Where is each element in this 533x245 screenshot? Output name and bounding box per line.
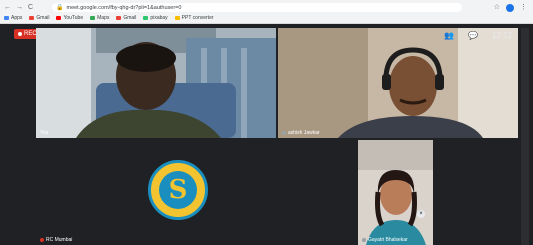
participant-tile-rc-mumbai[interactable]: S RC Mumbai bbox=[36, 140, 356, 245]
people-icon[interactable]: 👥 bbox=[444, 31, 454, 40]
meet-top-bar: 👥 💬 12:12 bbox=[444, 31, 512, 40]
browser-nav-buttons: ← → C bbox=[4, 4, 33, 12]
record-dot-icon bbox=[18, 32, 22, 36]
logo-s-icon: S bbox=[168, 175, 188, 205]
participant-tile-gayatri[interactable]: × Gayatri Bhalsekar bbox=[358, 140, 433, 245]
logo-avatar: S bbox=[148, 160, 208, 220]
side-strip bbox=[521, 28, 529, 245]
bookmark-apps[interactable]: Apps bbox=[4, 15, 22, 21]
menu-icon[interactable]: ⋮ bbox=[520, 4, 527, 12]
ppt-icon bbox=[174, 16, 180, 20]
browser-chrome: ← → C 🔒 meet.google.com/fby-qhg-dr?pli=1… bbox=[0, 0, 533, 24]
bookmark-pixabay[interactable]: pixabay bbox=[143, 15, 168, 21]
mic-icon bbox=[282, 131, 286, 135]
bookmark-gmail-2[interactable]: Gmail bbox=[116, 15, 136, 21]
logo-inner: S bbox=[159, 171, 197, 209]
bookmark-gmail[interactable]: Gmail bbox=[29, 15, 49, 21]
participant-tile-you[interactable]: You bbox=[36, 28, 276, 138]
url-text[interactable]: meet.google.com/fby-qhg-dr?pli=1&authuse… bbox=[66, 5, 181, 11]
back-icon[interactable]: ← bbox=[4, 4, 11, 12]
address-bar[interactable]: 🔒 meet.google.com/fby-qhg-dr?pli=1&authu… bbox=[52, 3, 462, 12]
participant-video bbox=[278, 28, 518, 138]
maps-icon bbox=[90, 16, 96, 20]
participant-name: RC Mumbai bbox=[40, 237, 72, 243]
participant-video bbox=[358, 140, 433, 245]
browser-window: ← → C 🔒 meet.google.com/fby-qhg-dr?pli=1… bbox=[0, 0, 533, 245]
forward-icon[interactable]: → bbox=[16, 4, 23, 12]
chat-icon[interactable]: 💬 bbox=[468, 31, 478, 40]
youtube-icon bbox=[56, 16, 62, 20]
mic-muted-icon bbox=[40, 238, 44, 242]
bookmark-ppt-converter[interactable]: PPT converter bbox=[174, 15, 214, 21]
bookmark-maps[interactable]: Maps bbox=[90, 15, 109, 21]
reload-icon[interactable]: C bbox=[28, 4, 33, 12]
mic-icon bbox=[362, 238, 366, 242]
apps-icon bbox=[4, 16, 9, 20]
bookmark-youtube[interactable]: YouTube bbox=[56, 15, 83, 21]
participant-tile-ashish[interactable]: ashish Jawkar 👥 💬 12:12 bbox=[278, 28, 518, 138]
gmail-icon bbox=[29, 16, 35, 20]
bookmarks-bar: Apps Gmail YouTube Maps Gmail pixabay PP… bbox=[4, 14, 214, 22]
meet-call-area: REC You ashish Jawkar 👥 💬 12:12 S RC Mum… bbox=[12, 25, 529, 245]
profile-avatar[interactable] bbox=[506, 4, 514, 12]
lock-icon: 🔒 bbox=[56, 5, 64, 11]
star-icon[interactable]: ☆ bbox=[494, 4, 500, 12]
gmail-icon bbox=[116, 16, 122, 20]
meeting-clock: 12:12 bbox=[491, 31, 512, 40]
pixabay-icon bbox=[143, 16, 149, 20]
participant-name: ashish Jawkar bbox=[282, 130, 320, 136]
browser-actions: ☆ ⋮ bbox=[494, 4, 527, 12]
close-icon[interactable]: × bbox=[417, 210, 425, 218]
participant-name: You bbox=[40, 130, 49, 136]
participant-name: Gayatri Bhalsekar bbox=[362, 237, 408, 243]
participant-video bbox=[36, 28, 276, 138]
